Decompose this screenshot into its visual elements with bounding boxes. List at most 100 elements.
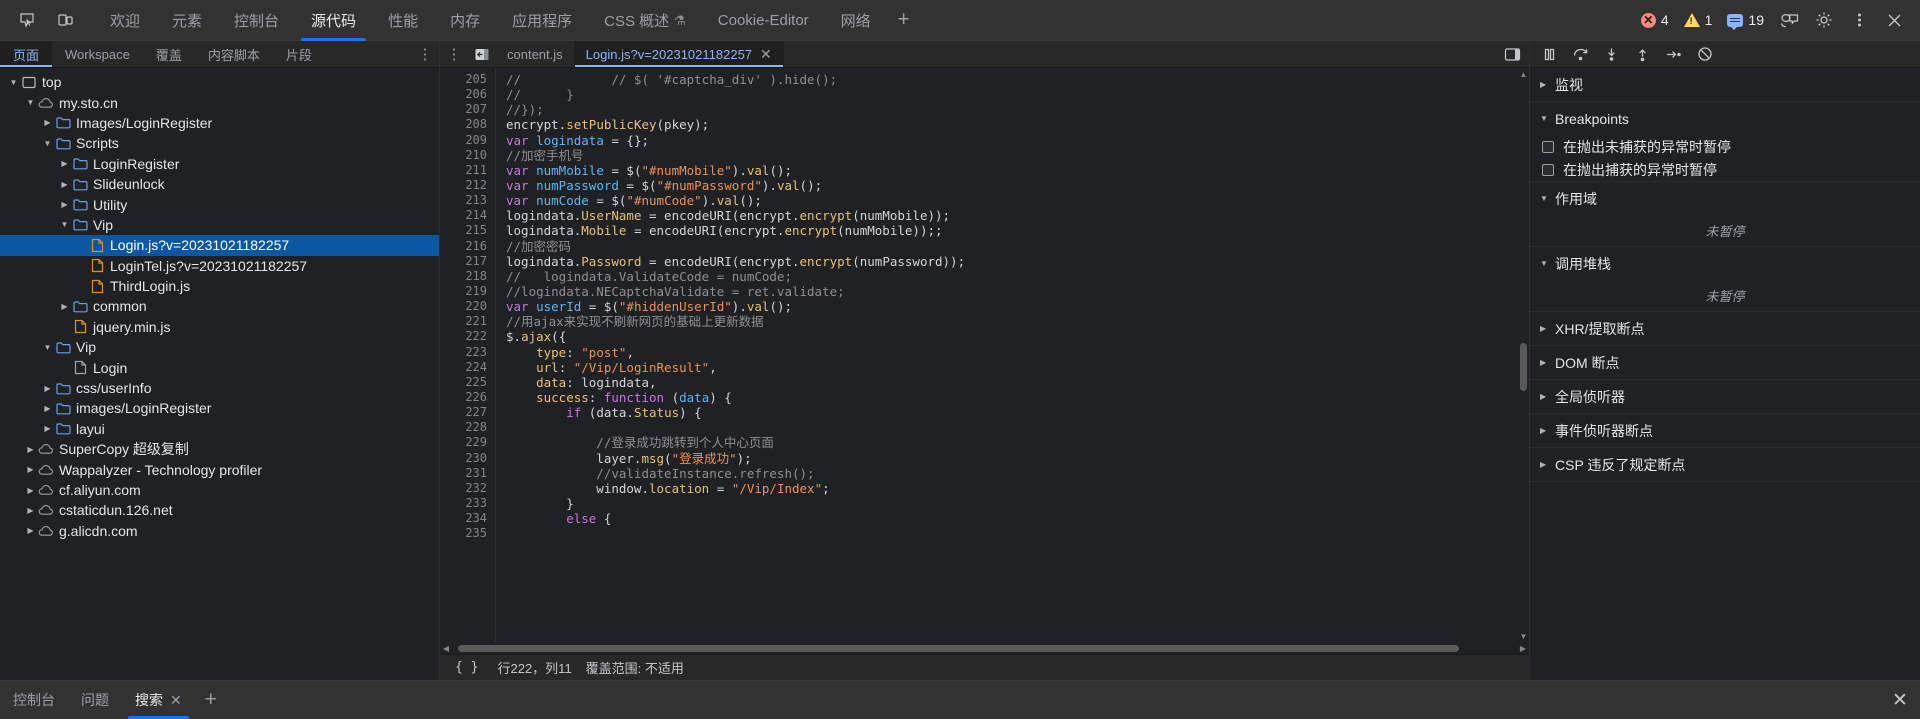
line-number[interactable]: 218: [440, 269, 495, 284]
debugger-section-header[interactable]: ▼ Breakpoints: [1530, 102, 1920, 135]
line-number[interactable]: 223: [440, 345, 495, 360]
code-line[interactable]: if (data.Status) {: [506, 405, 1518, 420]
line-number[interactable]: 231: [440, 466, 495, 481]
code-line[interactable]: else {: [506, 511, 1518, 526]
code-line[interactable]: var userId = $("#hiddenUserId").val();: [506, 299, 1518, 314]
debugger-section-header[interactable]: ▶ 全局侦听器: [1530, 380, 1920, 413]
debugger-section-header[interactable]: ▶ DOM 断点: [1530, 346, 1920, 379]
tree-item[interactable]: ▶ css/userInfo: [0, 378, 439, 398]
tree-item[interactable]: ▶ThirdLogin.js: [0, 276, 439, 296]
breakpoint-checkbox-row[interactable]: 在抛出未捕获的异常时暂停: [1530, 135, 1920, 158]
line-number[interactable]: 229: [440, 435, 495, 450]
code-line[interactable]: url: "/Vip/LoginResult",: [506, 360, 1518, 375]
checkbox-icon[interactable]: [1542, 140, 1554, 153]
code-line[interactable]: var numMobile = $("#numMobile").val();: [506, 163, 1518, 178]
close-icon[interactable]: ✕: [170, 692, 182, 709]
debugger-section-header[interactable]: ▼ 调用堆栈: [1530, 247, 1920, 280]
devices-icon[interactable]: [1773, 5, 1805, 35]
chevron-right-icon[interactable]: ▶: [24, 445, 37, 454]
line-number[interactable]: 221: [440, 314, 495, 329]
debugger-section-header[interactable]: ▶ XHR/提取断点: [1530, 312, 1920, 345]
nav-tab-page[interactable]: 页面: [0, 41, 53, 67]
deactivate-breakpoints-icon[interactable]: [1690, 42, 1719, 66]
chevron-right-icon[interactable]: ▶: [41, 384, 54, 393]
chevron-right-icon[interactable]: ▶: [58, 200, 71, 209]
tree-item[interactable]: ▶jquery.min.js: [0, 317, 439, 337]
code-line[interactable]: [506, 420, 1518, 435]
line-number[interactable]: 224: [440, 360, 495, 375]
close-icon[interactable]: [1878, 5, 1910, 35]
line-number[interactable]: 222: [440, 329, 495, 344]
jump-to-previous-icon[interactable]: [468, 41, 496, 67]
debugger-section-header[interactable]: ▶ 事件侦听器断点: [1530, 414, 1920, 447]
code-line[interactable]: type: "post",: [506, 345, 1518, 360]
inspect-element-icon[interactable]: [10, 5, 44, 35]
close-icon[interactable]: ✕: [760, 47, 772, 61]
code-line[interactable]: // // $( '#captcha_div' ).hide();: [506, 72, 1518, 87]
nav-tab-snippets[interactable]: 片段: [273, 41, 325, 67]
nav-tab-overrides[interactable]: 覆盖: [143, 41, 195, 67]
tree-item[interactable]: ▶ layui: [0, 419, 439, 439]
line-number[interactable]: 233: [440, 496, 495, 511]
tree-item[interactable]: ▶ images/LoginRegister: [0, 398, 439, 418]
pause-resume-icon[interactable]: [1535, 42, 1564, 66]
tree-item[interactable]: ▶Login.js?v=20231021182257: [0, 235, 439, 256]
debugger-section-header[interactable]: ▶ CSP 违反了规定断点: [1530, 448, 1920, 481]
tree-item[interactable]: ▶ cstaticdun.126.net: [0, 500, 439, 520]
code-line[interactable]: window.location = "/Vip/Index";: [506, 481, 1518, 496]
line-number[interactable]: 225: [440, 375, 495, 390]
tree-item[interactable]: ▶ g.alicdn.com: [0, 521, 439, 541]
code-line[interactable]: //});: [506, 102, 1518, 117]
tab-elements[interactable]: 元素: [156, 0, 218, 41]
tree-item[interactable]: ▶ Slideunlock: [0, 174, 439, 194]
tab-memory[interactable]: 内存: [434, 0, 496, 41]
code-line[interactable]: //用ajax来实现不刷新网页的基础上更新数据: [506, 314, 1518, 329]
code-line[interactable]: //logindata.NECaptchaValidate = ret.vali…: [506, 284, 1518, 299]
tree-item[interactable]: ▶ Utility: [0, 194, 439, 214]
code-line[interactable]: logindata.Password = encodeURI(encrypt.e…: [506, 254, 1518, 269]
code-line[interactable]: // logindata.ValidateCode = numCode;: [506, 269, 1518, 284]
code-line[interactable]: //加密手机号: [506, 148, 1518, 163]
tree-item[interactable]: ▶ common: [0, 296, 439, 316]
tree-item[interactable]: ▶ Wappalyzer - Technology profiler: [0, 459, 439, 479]
code-line[interactable]: layer.msg("登录成功");: [506, 451, 1518, 466]
add-panel-button[interactable]: +: [887, 0, 921, 40]
line-number[interactable]: 235: [440, 526, 495, 541]
warning-counter[interactable]: 1: [1678, 12, 1719, 28]
horizontal-scroll-track[interactable]: [452, 642, 1517, 654]
nav-tab-content-scripts[interactable]: 内容脚本: [195, 41, 273, 67]
line-number[interactable]: 207: [440, 102, 495, 117]
chevron-down-icon[interactable]: ▼: [24, 98, 37, 107]
line-number[interactable]: 206: [440, 87, 495, 102]
tab-network[interactable]: 网络: [825, 0, 887, 41]
chevron-right-icon[interactable]: ▶: [24, 486, 37, 495]
tab-sources[interactable]: 源代码: [295, 0, 372, 41]
chevron-down-icon[interactable]: ▼: [41, 139, 54, 148]
line-number[interactable]: 230: [440, 451, 495, 466]
show-debugger-icon[interactable]: [1495, 41, 1529, 67]
nav-tab-workspace[interactable]: Workspace: [52, 41, 143, 67]
code-line[interactable]: //登录成功跳转到个人中心页面: [506, 435, 1518, 450]
step-out-icon[interactable]: [1628, 42, 1657, 66]
step-into-icon[interactable]: [1597, 42, 1626, 66]
tree-item[interactable]: ▶Login: [0, 357, 439, 377]
tree-item[interactable]: ▼ Vip: [0, 337, 439, 357]
line-number[interactable]: 234: [440, 511, 495, 526]
line-number[interactable]: 214: [440, 208, 495, 223]
chevron-right-icon[interactable]: ▶: [58, 159, 71, 168]
tree-item[interactable]: ▼ Vip: [0, 215, 439, 235]
vertical-scrollbar[interactable]: ▲ ▼: [1518, 68, 1529, 642]
tree-item[interactable]: ▶ Images/LoginRegister: [0, 113, 439, 133]
code-line[interactable]: var numCode = $("#numCode").val();: [506, 193, 1518, 208]
gear-icon[interactable]: [1808, 5, 1840, 35]
line-number[interactable]: 232: [440, 481, 495, 496]
tree-item[interactable]: ▼ top: [0, 72, 439, 92]
tree-item[interactable]: ▶ cf.aliyun.com: [0, 480, 439, 500]
line-number[interactable]: 227: [440, 405, 495, 420]
chevron-right-icon[interactable]: ▶: [58, 180, 71, 189]
chevron-right-icon[interactable]: ▶: [24, 506, 37, 515]
editor-tab-content-js[interactable]: content.js: [496, 41, 575, 67]
line-number[interactable]: 212: [440, 178, 495, 193]
tree-item[interactable]: ▼ Scripts: [0, 133, 439, 153]
debugger-sections[interactable]: ▶ 监视 ▼ Breakpoints 在抛出未捕获的异常时暂停 在抛出捕获的异常时暂停 ▼ 作…: [1530, 68, 1920, 680]
